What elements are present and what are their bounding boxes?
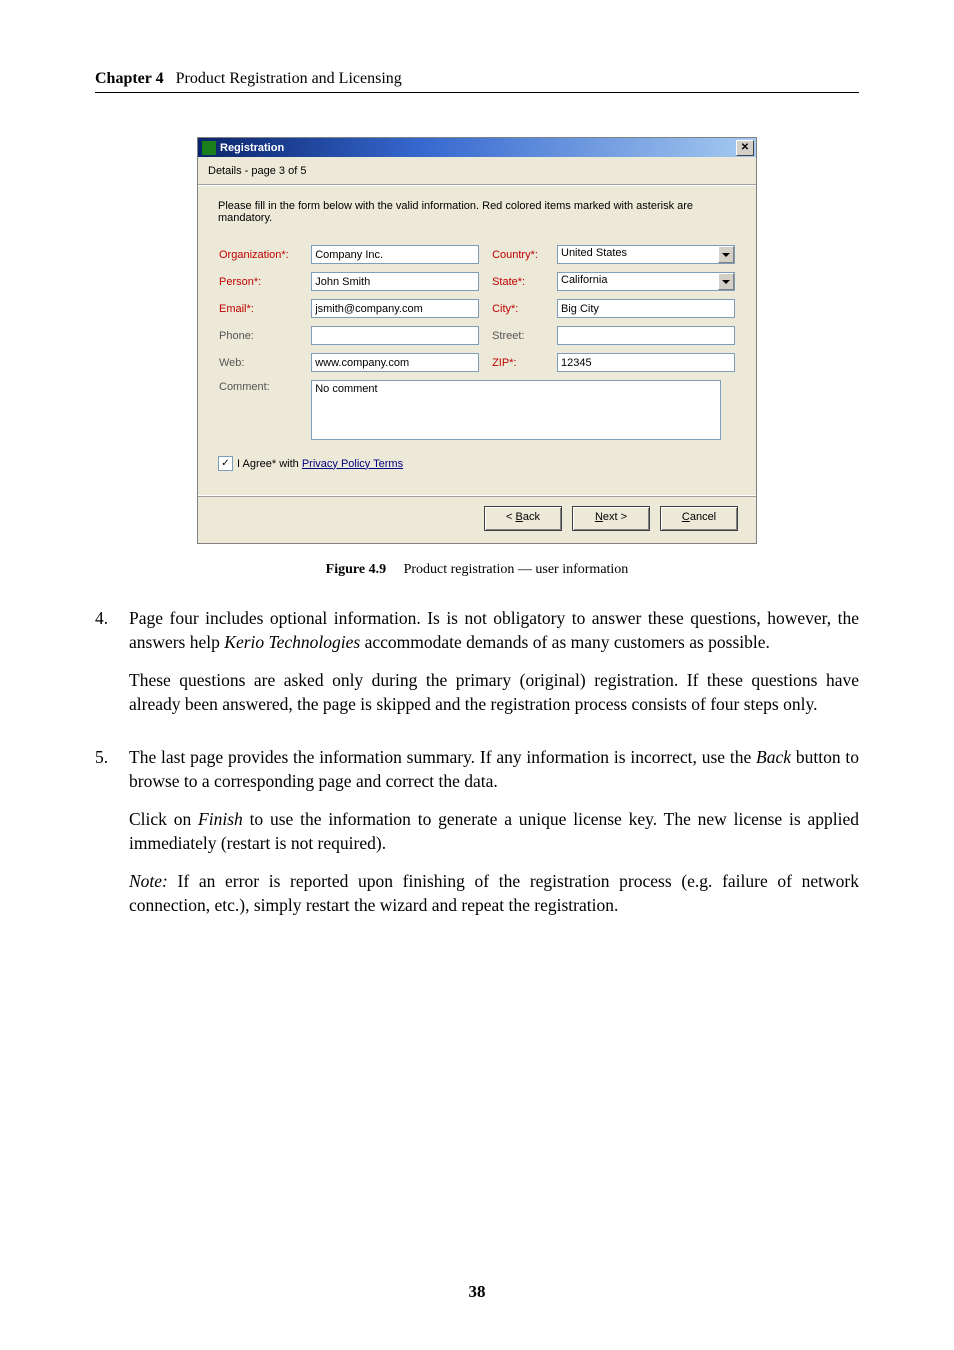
form-intro: Please fill in the form below with the v… [218, 200, 736, 224]
label-phone: Phone: [218, 325, 310, 346]
dropdown-button[interactable] [718, 273, 734, 290]
item5-p2: Click on Finish to use the information t… [129, 807, 859, 855]
cancel-button[interactable]: Cancel [660, 506, 738, 531]
agree-row: ✓ I Agree* with Privacy Policy Terms [218, 450, 736, 485]
label-street: Street: [482, 325, 556, 346]
chevron-down-icon [722, 253, 730, 257]
item5-p3: Note: If an error is reported upon finis… [129, 869, 859, 917]
dropdown-button[interactable] [718, 246, 734, 263]
item4-p2: These questions are asked only during th… [129, 668, 859, 716]
chapter-label: Chapter 4 [95, 70, 164, 87]
item4-p1: Page four includes optional information.… [129, 606, 859, 654]
form-grid: Organization*: Country*: United States P… [218, 238, 736, 450]
label-web: Web: [218, 352, 310, 373]
country-select[interactable]: United States [557, 245, 735, 264]
country-value: United States [557, 245, 735, 264]
list-num-4: 4. [95, 606, 129, 731]
window-title: Registration [220, 142, 284, 154]
titlebar: Registration ✕ [198, 138, 756, 157]
chapter-header: Chapter 4 Product Registration and Licen… [95, 70, 859, 93]
back-button[interactable]: < Back [484, 506, 562, 531]
street-input[interactable] [557, 326, 735, 345]
city-input[interactable] [557, 299, 735, 318]
figure-text: Product registration — user information [404, 562, 629, 577]
close-button[interactable]: ✕ [736, 140, 754, 156]
web-input[interactable] [311, 353, 479, 372]
agree-checkbox[interactable]: ✓ [218, 456, 233, 471]
label-zip: ZIP*: [482, 352, 556, 373]
label-comment: Comment: [218, 379, 310, 444]
body-list: 4. Page four includes optional informati… [95, 606, 859, 931]
email-input[interactable] [311, 299, 479, 318]
figure-label: Figure 4.9 [326, 562, 386, 577]
app-icon [202, 141, 216, 155]
page-number: 38 [0, 1282, 954, 1302]
label-organization: Organization*: [218, 244, 310, 265]
privacy-policy-link[interactable]: Privacy Policy Terms [302, 458, 403, 470]
zip-input[interactable] [557, 353, 735, 372]
figure-caption: Figure 4.9 Product registration — user i… [95, 562, 859, 578]
chevron-down-icon [722, 280, 730, 284]
label-person: Person*: [218, 271, 310, 292]
wizard-button-row: < Back Next > Cancel [198, 495, 756, 543]
label-city: City*: [482, 298, 556, 319]
chapter-title: Product Registration and Licensing [176, 70, 402, 87]
wizard-subtitle: Details - page 3 of 5 [198, 157, 756, 186]
state-select[interactable]: California [557, 272, 735, 291]
list-num-5: 5. [95, 745, 129, 932]
organization-input[interactable] [311, 245, 479, 264]
label-email: Email*: [218, 298, 310, 319]
item5-p1: The last page provides the information s… [129, 745, 859, 793]
next-button[interactable]: Next > [572, 506, 650, 531]
label-state: State*: [482, 271, 556, 292]
comment-textarea[interactable] [311, 380, 721, 440]
state-value: California [557, 272, 735, 291]
agree-prefix: I Agree* with [237, 458, 302, 470]
close-icon: ✕ [741, 143, 749, 153]
person-input[interactable] [311, 272, 479, 291]
check-icon: ✓ [221, 459, 229, 469]
registration-dialog: Registration ✕ Details - page 3 of 5 Ple… [197, 137, 757, 544]
label-country: Country*: [482, 244, 556, 265]
phone-input[interactable] [311, 326, 479, 345]
